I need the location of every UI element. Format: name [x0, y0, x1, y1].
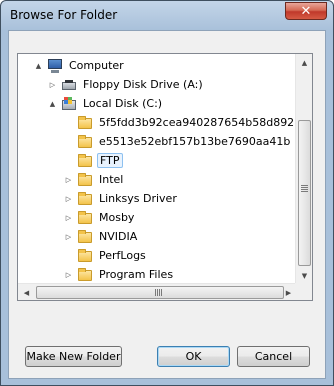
folder-icon [77, 191, 93, 207]
tree-item-label: FTP [97, 153, 123, 168]
vertical-scrollbar[interactable]: ▲ ▼ [295, 54, 312, 284]
tree-item[interactable]: ▷ NVIDIA [64, 227, 139, 246]
tree-item[interactable]: ▷ Floppy Disk Drive (A:) [48, 75, 205, 94]
tree-item[interactable]: FTP [64, 151, 123, 170]
tree-item-label: Intel [99, 173, 124, 186]
make-new-folder-button[interactable]: Make New Folder [25, 346, 122, 367]
tree-item-label: Computer [69, 59, 124, 72]
scrollbar-corner [295, 283, 312, 300]
expand-toggle-icon[interactable]: ▷ [64, 194, 73, 203]
floppy-icon [61, 77, 77, 93]
tree-item[interactable]: 5f5fdd3b92cea940287654b58d8921de [64, 113, 297, 132]
horizontal-scroll-thumb[interactable] [36, 286, 284, 299]
vertical-scroll-thumb[interactable] [298, 120, 311, 266]
tree-item[interactable]: ▷ Intel [64, 170, 125, 189]
tree-item-label: PerfLogs [99, 249, 146, 262]
close-button[interactable]: ✕ [285, 2, 327, 20]
tree-item[interactable]: ▲ Computer [34, 56, 126, 75]
close-icon: ✕ [300, 3, 312, 19]
folder-icon [77, 172, 93, 188]
dialog-title: Browse For Folder [10, 8, 118, 22]
folder-icon [77, 248, 93, 264]
tree-item[interactable]: e5513e52ebf157b13be7690aa41b [64, 132, 292, 151]
cancel-button[interactable]: Cancel [237, 346, 310, 367]
folder-icon [77, 267, 93, 283]
expand-toggle-icon[interactable]: ▷ [64, 270, 73, 279]
folder-icon [77, 229, 93, 245]
folder-tree-viewport: ▲ Computer ▷ Floppy Disk Drive (A:) ▲ Local D… [18, 54, 297, 284]
expand-toggle-icon[interactable]: ▷ [64, 232, 73, 241]
folder-icon [77, 210, 93, 226]
browse-for-folder-dialog: Browse For Folder ✕ ▲ Computer ▷ Floppy Dis… [0, 0, 334, 386]
tree-item[interactable]: ▷ Program Files [64, 265, 175, 284]
expand-toggle-icon[interactable]: ▲ [34, 61, 43, 70]
tree-item-label: Local Disk (C:) [83, 97, 163, 110]
folder-icon [77, 115, 93, 131]
tree-item[interactable]: ▷ Mosby [64, 208, 136, 227]
folder-icon [77, 134, 93, 150]
tree-item-label: Program Files [99, 268, 174, 281]
tree-item-label: Linksys Driver [99, 192, 177, 205]
computer-icon [47, 58, 63, 74]
scroll-left-icon[interactable]: ◀ [18, 284, 35, 301]
tree-item-label: Mosby [99, 211, 135, 224]
folder-icon [77, 153, 93, 169]
expand-toggle-icon[interactable]: ▷ [48, 80, 57, 89]
ok-button[interactable]: OK [157, 346, 230, 367]
grip-icon [301, 187, 308, 188]
grip-icon [157, 289, 158, 296]
tree-item-label: 5f5fdd3b92cea940287654b58d8921de [99, 116, 297, 129]
expand-toggle-icon[interactable]: ▷ [64, 175, 73, 184]
horizontal-scrollbar[interactable]: ◀ ▶ [18, 283, 297, 300]
tree-item[interactable]: ▲ Local Disk (C:) [48, 94, 164, 113]
scroll-up-icon[interactable]: ▲ [296, 54, 313, 71]
scroll-down-icon[interactable]: ▼ [296, 267, 313, 284]
tree-item[interactable]: ▷ Linksys Driver [64, 189, 179, 208]
tree-item-label: e5513e52ebf157b13be7690aa41b [99, 135, 291, 148]
expand-toggle-icon[interactable]: ▲ [48, 99, 57, 108]
folder-tree[interactable]: ▲ Computer ▷ Floppy Disk Drive (A:) ▲ Local D… [17, 53, 313, 301]
tree-item-label: Floppy Disk Drive (A:) [83, 78, 203, 91]
tree-item-label: NVIDIA [99, 230, 138, 243]
tree-item[interactable]: PerfLogs [64, 246, 148, 265]
expand-toggle-icon[interactable]: ▷ [64, 213, 73, 222]
local-disk-icon [61, 96, 77, 112]
